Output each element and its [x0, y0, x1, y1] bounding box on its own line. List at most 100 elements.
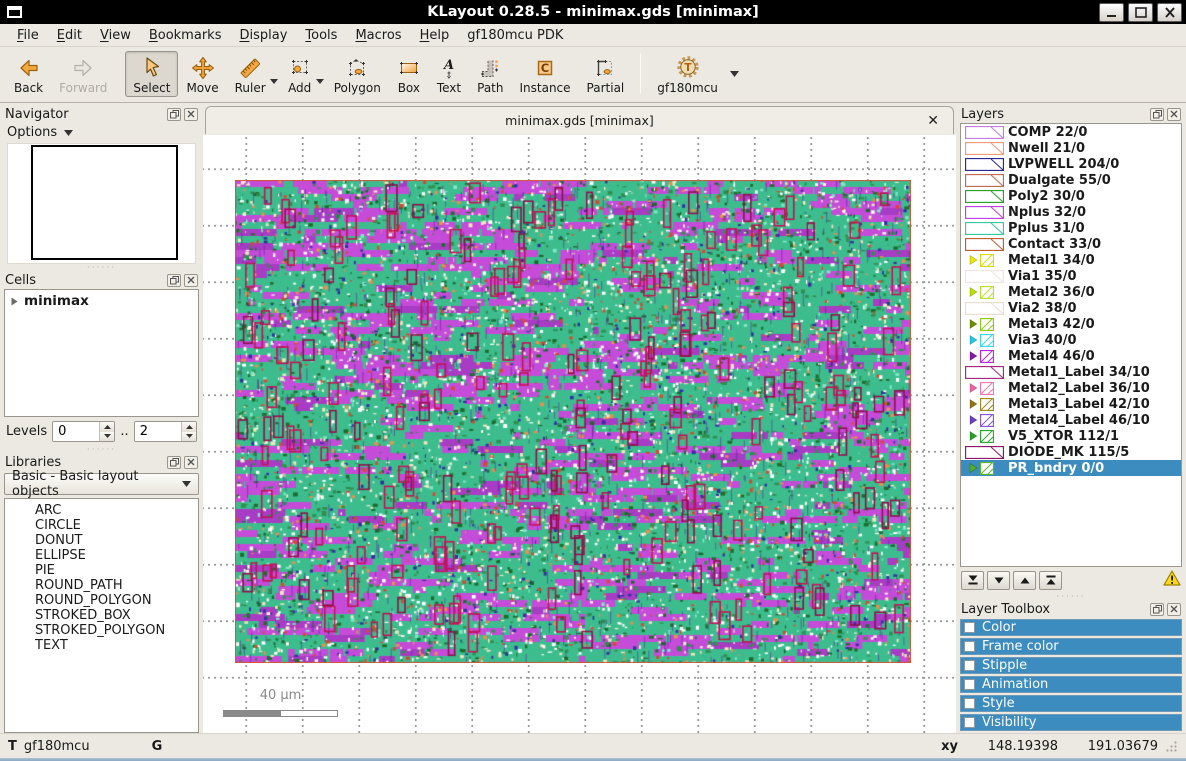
- layer-row-metal2-label-36-10[interactable]: Metal2_Label 36/10: [961, 380, 1181, 396]
- forward-button[interactable]: Forward: [51, 51, 115, 97]
- navigator-options-dropdown[interactable]: Options: [0, 123, 203, 143]
- layer-row-metal2-36-0[interactable]: Metal2 36/0: [961, 284, 1181, 300]
- levels-from-input[interactable]: [53, 422, 99, 441]
- move-layer-to-top-button[interactable]: [1039, 571, 1062, 590]
- levels-to-input[interactable]: [135, 422, 181, 441]
- menu-gf180mcu-pdk[interactable]: gf180mcu PDK: [458, 26, 572, 45]
- navigator-float-button[interactable]: [167, 108, 181, 121]
- layer-row-v5-xtor-112-1[interactable]: V5_XTOR 112/1: [961, 428, 1181, 444]
- move-layer-to-bottom-button[interactable]: [961, 571, 984, 590]
- layer-row-via2-38-0[interactable]: Via2 38/0: [961, 300, 1181, 316]
- move-layer-down-button[interactable]: [987, 571, 1010, 590]
- maximize-button[interactable]: [1128, 3, 1153, 22]
- layer-row-lvpwell-204-0[interactable]: LVPWELL 204/0: [961, 156, 1181, 172]
- spinner-arrows[interactable]: [99, 422, 114, 441]
- layers-float-button[interactable]: [1150, 108, 1164, 121]
- layers-close-button[interactable]: [1167, 108, 1181, 121]
- back-button[interactable]: Back: [6, 51, 51, 97]
- toolbar-overflow-arrow[interactable]: [730, 66, 739, 81]
- layer-row-pr-bndry-0-0[interactable]: PR_bndry 0/0: [961, 460, 1181, 476]
- path-tool-button[interactable]: Path: [469, 51, 511, 97]
- toolbox-checkbox[interactable]: [964, 641, 975, 652]
- toolbox-checkbox[interactable]: [964, 698, 975, 709]
- select-tool-button[interactable]: Select: [125, 51, 178, 97]
- layer-row-metal3-label-42-10[interactable]: Metal3_Label 42/10: [961, 396, 1181, 412]
- library-item-ellipse[interactable]: ELLIPSE: [5, 548, 198, 563]
- toolbox-checkbox[interactable]: [964, 717, 975, 728]
- library-item-pie[interactable]: PIE: [5, 563, 198, 578]
- layer-swatch[interactable]: [964, 302, 1008, 315]
- ruler-tool-button[interactable]: Ruler: [227, 51, 274, 97]
- add-tool-button[interactable]: Add: [280, 51, 320, 97]
- library-item-text[interactable]: TEXT: [5, 638, 198, 653]
- instance-tool-button[interactable]: C Instance: [512, 51, 579, 97]
- menu-macros[interactable]: Macros: [346, 26, 410, 45]
- layer-swatch[interactable]: [964, 238, 1008, 251]
- toolbox-checkbox[interactable]: [964, 679, 975, 690]
- menu-help[interactable]: Help: [411, 26, 459, 45]
- resize-grip[interactable]: [1164, 739, 1178, 753]
- layer-row-nwell-21-0[interactable]: Nwell 21/0: [961, 140, 1181, 156]
- move-layer-up-button[interactable]: [1013, 571, 1036, 590]
- chip-layout-render[interactable]: [235, 180, 911, 663]
- libraries-close-button[interactable]: [184, 456, 198, 469]
- layer-row-comp-22-0[interactable]: COMP 22/0: [961, 124, 1181, 140]
- layer-swatch[interactable]: [964, 174, 1008, 187]
- toolbox-section-stipple[interactable]: Stipple: [960, 657, 1182, 674]
- view-tab[interactable]: minimax.gds [minimax] ✕: [205, 106, 954, 134]
- layer-swatch[interactable]: [964, 270, 1008, 283]
- layer-row-nplus-32-0[interactable]: Nplus 32/0: [961, 204, 1181, 220]
- layer-swatch[interactable]: [964, 126, 1008, 139]
- layer-row-contact-33-0[interactable]: Contact 33/0: [961, 236, 1181, 252]
- toolbox-section-style[interactable]: Style: [960, 695, 1182, 712]
- cells-float-button[interactable]: [167, 274, 181, 287]
- toolbox-section-visibility[interactable]: Visibility: [960, 714, 1182, 731]
- layer-row-poly2-30-0[interactable]: Poly2 30/0: [961, 188, 1181, 204]
- layer-swatch[interactable]: [964, 318, 1008, 331]
- layer-swatch[interactable]: [964, 430, 1008, 443]
- layer-toolbox-close-button[interactable]: [1167, 603, 1181, 616]
- layer-swatch[interactable]: [964, 254, 1008, 267]
- layer-row-pplus-31-0[interactable]: Pplus 31/0: [961, 220, 1181, 236]
- layer-swatch[interactable]: [964, 158, 1008, 171]
- layer-row-via1-35-0[interactable]: Via1 35/0: [961, 268, 1181, 284]
- menu-display[interactable]: Display: [230, 26, 296, 45]
- layer-swatch[interactable]: [964, 446, 1008, 459]
- layer-row-dualgate-55-0[interactable]: Dualgate 55/0: [961, 172, 1181, 188]
- splitter-handle[interactable]: ······: [0, 264, 203, 271]
- move-tool-button[interactable]: Move: [178, 51, 226, 97]
- pdk-button[interactable]: T gf180mcu: [649, 51, 726, 97]
- layer-swatch[interactable]: [964, 382, 1008, 395]
- cell-item-minimax[interactable]: minimax: [5, 293, 198, 309]
- toolbox-checkbox[interactable]: [964, 660, 975, 671]
- menu-view[interactable]: View: [91, 26, 140, 45]
- add-dropdown-arrow[interactable]: [316, 73, 324, 88]
- layer-swatch[interactable]: [964, 398, 1008, 411]
- toolbox-section-frame-color[interactable]: Frame color: [960, 638, 1182, 655]
- menu-file[interactable]: File: [8, 26, 48, 45]
- layer-row-metal4-label-46-10[interactable]: Metal4_Label 46/10: [961, 412, 1181, 428]
- splitter-handle[interactable]: ······: [956, 593, 1186, 600]
- layer-swatch[interactable]: [964, 334, 1008, 347]
- layer-swatch[interactable]: [964, 190, 1008, 203]
- toolbox-checkbox[interactable]: [964, 622, 975, 633]
- partial-tool-button[interactable]: Partial: [579, 51, 633, 97]
- layer-swatch[interactable]: [964, 142, 1008, 155]
- layer-swatch[interactable]: [964, 462, 1008, 475]
- library-item-round-path[interactable]: ROUND_PATH: [5, 578, 198, 593]
- layer-swatch[interactable]: [964, 222, 1008, 235]
- splitter-handle[interactable]: ······: [0, 446, 203, 453]
- menu-bookmarks[interactable]: Bookmarks: [140, 26, 231, 45]
- library-item-stroked-polygon[interactable]: STROKED_POLYGON: [5, 623, 198, 638]
- levels-from-spinner[interactable]: [52, 421, 115, 442]
- toolbox-section-animation[interactable]: Animation: [960, 676, 1182, 693]
- polygon-tool-button[interactable]: Polygon: [326, 51, 389, 97]
- levels-to-spinner[interactable]: [134, 421, 197, 442]
- library-item-arc[interactable]: ARC: [5, 503, 198, 518]
- menu-tools[interactable]: Tools: [296, 26, 346, 45]
- layer-swatch[interactable]: [964, 414, 1008, 427]
- layer-row-metal3-42-0[interactable]: Metal3 42/0: [961, 316, 1181, 332]
- layer-row-metal1-label-34-10[interactable]: Metal1_Label 34/10: [961, 364, 1181, 380]
- text-tool-button[interactable]: A Text: [429, 51, 469, 97]
- libraries-float-button[interactable]: [167, 456, 181, 469]
